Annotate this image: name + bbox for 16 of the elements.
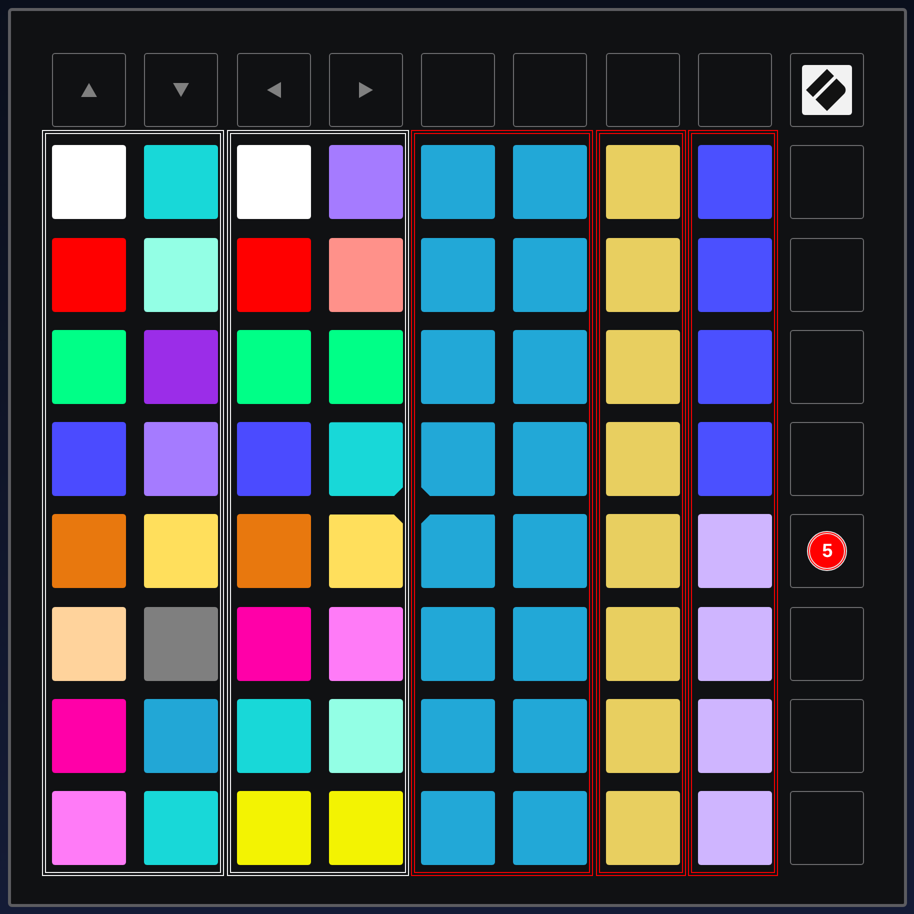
arrow-button[interactable]	[144, 53, 218, 127]
arrow-button[interactable]	[328, 53, 403, 127]
right-triangle-icon	[358, 82, 373, 98]
arrow-button[interactable]	[236, 53, 311, 127]
number-badge: 5	[807, 531, 848, 572]
pad-button[interactable]	[328, 422, 403, 496]
logo-button[interactable]	[790, 53, 864, 127]
pad-button[interactable]: 5	[790, 514, 864, 588]
arrow-button[interactable]	[52, 53, 126, 127]
pad-button[interactable]	[421, 514, 496, 588]
pad-button[interactable]	[421, 422, 496, 496]
left-triangle-icon	[266, 82, 281, 98]
up-triangle-icon	[81, 83, 97, 97]
pad-button[interactable]	[328, 514, 403, 588]
logo-icon	[802, 65, 852, 115]
down-triangle-icon	[173, 83, 190, 97]
